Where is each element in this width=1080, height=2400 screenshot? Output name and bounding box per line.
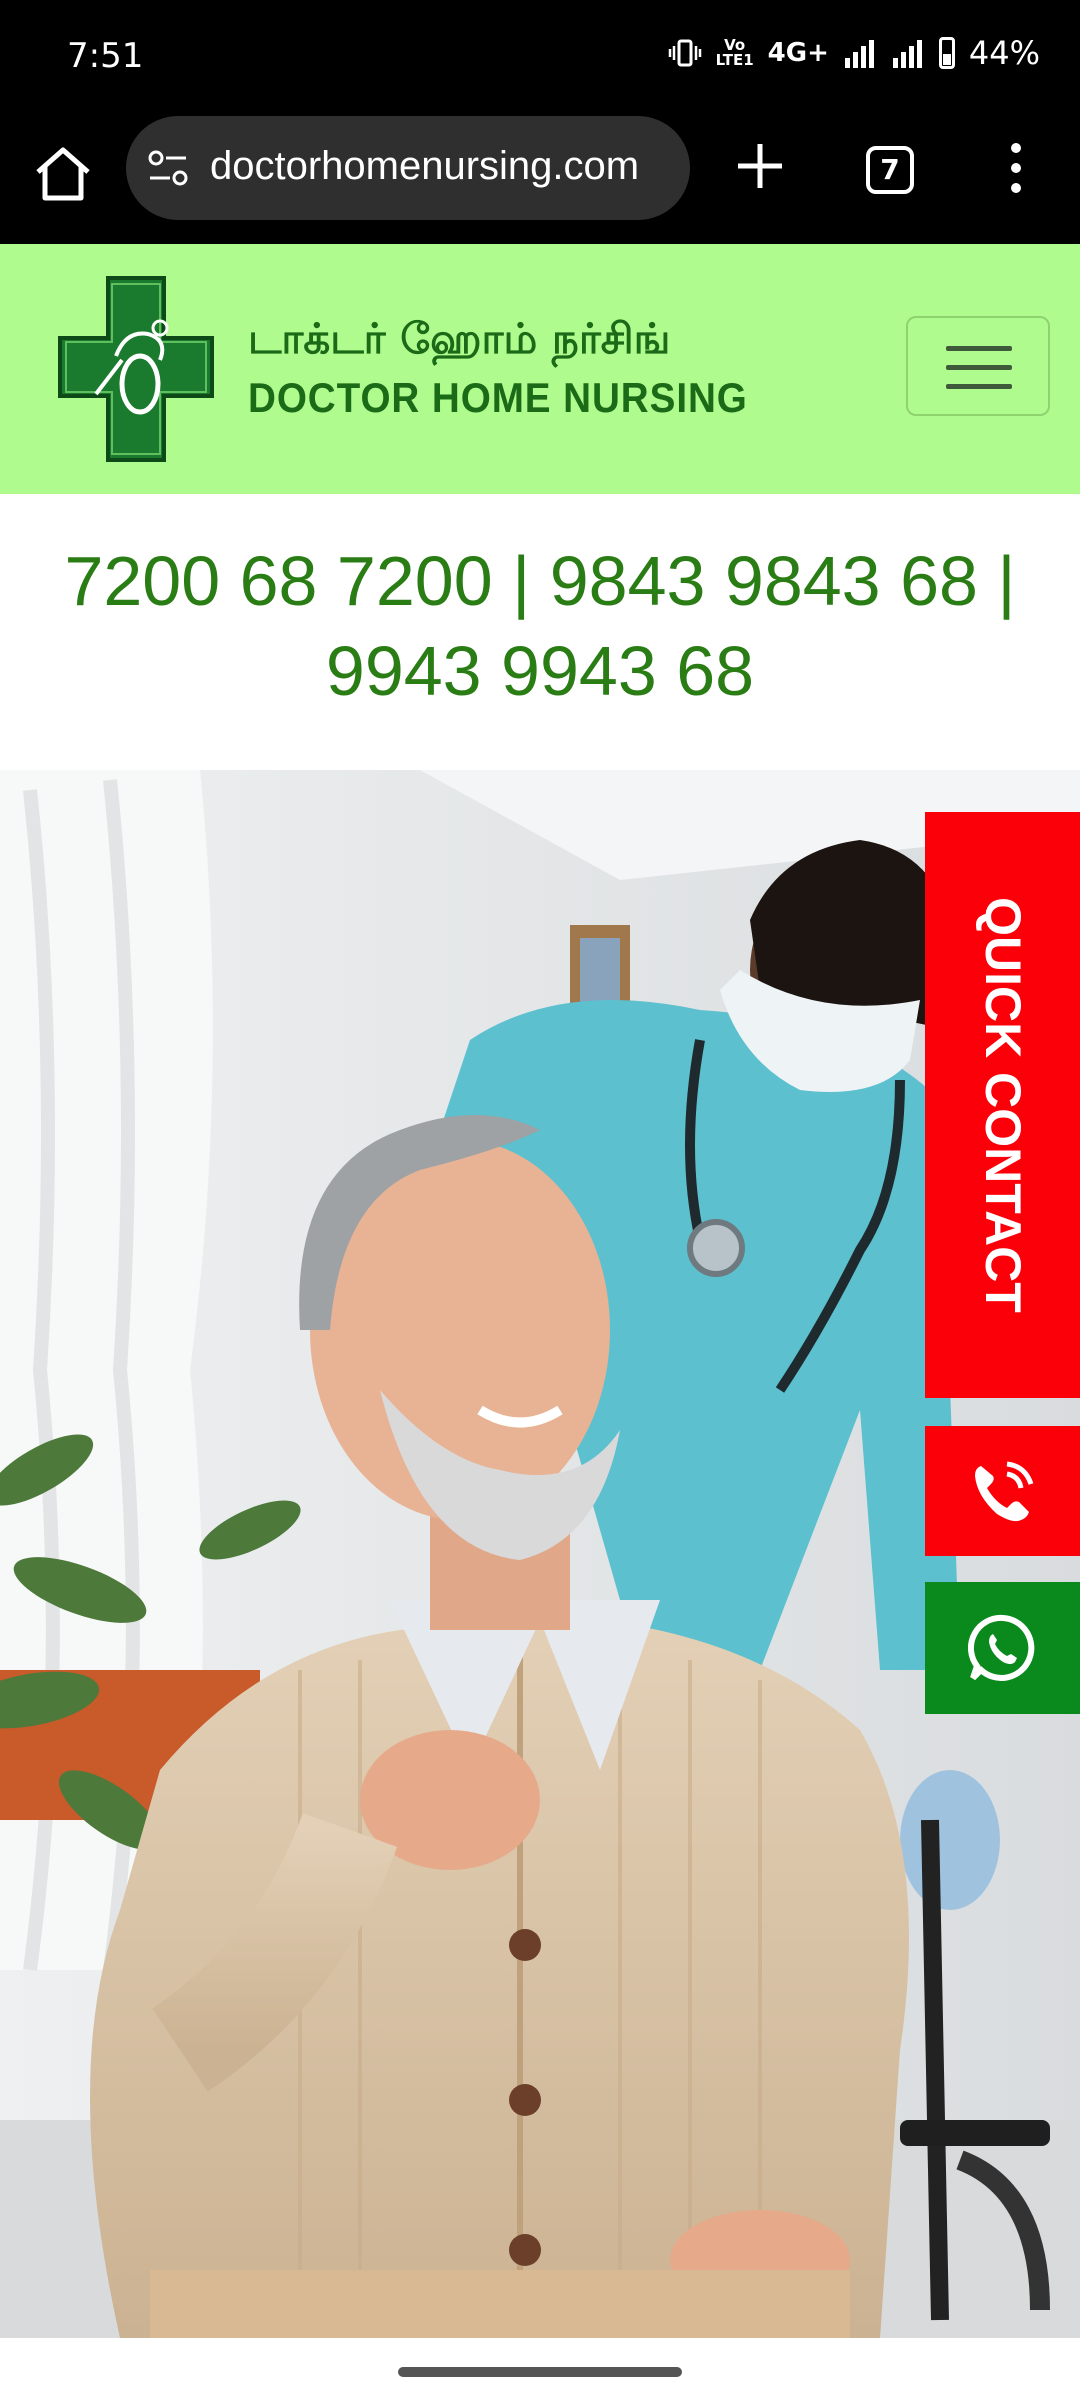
vibrate-icon: [668, 39, 701, 67]
hamburger-icon: [946, 346, 1012, 351]
hero-image-nurse-with-patient: [0, 770, 1080, 2338]
volte-indicator: Vo LTE1: [715, 36, 754, 69]
address-bar[interactable]: doctorhomenursing.com: [126, 116, 690, 220]
hamburger-menu-button[interactable]: [906, 316, 1050, 416]
quick-contact-button[interactable]: QUICK CONTACT: [925, 812, 1080, 1398]
phone-numbers[interactable]: 7200 68 7200 | 9843 9843 68 | 9943 9943 …: [60, 536, 1020, 716]
signal-icon-sim2: [892, 40, 922, 68]
brand-name-english[interactable]: DOCTOR HOME NURSING: [248, 374, 748, 422]
url-text[interactable]: doctorhomenursing.com: [210, 144, 639, 189]
quick-contact-label: QUICK CONTACT: [974, 897, 1031, 1313]
call-button[interactable]: [925, 1426, 1080, 1556]
signal-icon: [844, 40, 874, 68]
whatsapp-icon: [968, 1614, 1035, 1681]
plus-icon[interactable]: [730, 136, 790, 196]
status-bar: 7:51 Vo LTE1 4G+ 44%: [0, 0, 1080, 112]
site-header: டாக்டர் ஹோம் நர்சிங் DOCTOR HOME NURSING: [0, 244, 1080, 494]
tune-icon[interactable]: [146, 146, 190, 190]
home-icon[interactable]: [30, 142, 96, 208]
kebab-menu-icon[interactable]: [996, 138, 1036, 198]
hamburger-icon-bar: [946, 365, 1012, 370]
battery-percent: 44%: [968, 34, 1040, 72]
phone-call-icon: [975, 1461, 1034, 1522]
battery-icon: [938, 37, 955, 69]
phone-numbers-section: 7200 68 7200 | 9843 9843 68 | 9943 9943 …: [0, 494, 1080, 770]
gesture-handle[interactable]: [398, 2367, 682, 2377]
page: 7:51 Vo LTE1 4G+ 44% doctorhomenursing.c…: [0, 0, 1080, 2400]
logo-cross-stethoscope[interactable]: [56, 274, 216, 464]
status-time: 7:51: [67, 36, 144, 76]
whatsapp-button[interactable]: [925, 1582, 1080, 1714]
status-icons: Vo LTE1 4G+ 44%: [668, 34, 1040, 72]
brand-name-tamil[interactable]: டாக்டர் ஹோம் நர்சிங்: [248, 314, 670, 369]
gesture-navigation-bar: [0, 2338, 1080, 2400]
network-type: 4G+: [767, 38, 829, 68]
browser-toolbar: doctorhomenursing.com 7: [0, 112, 1080, 244]
tab-switcher-button[interactable]: 7: [866, 146, 914, 194]
hamburger-icon-bar: [946, 384, 1012, 389]
